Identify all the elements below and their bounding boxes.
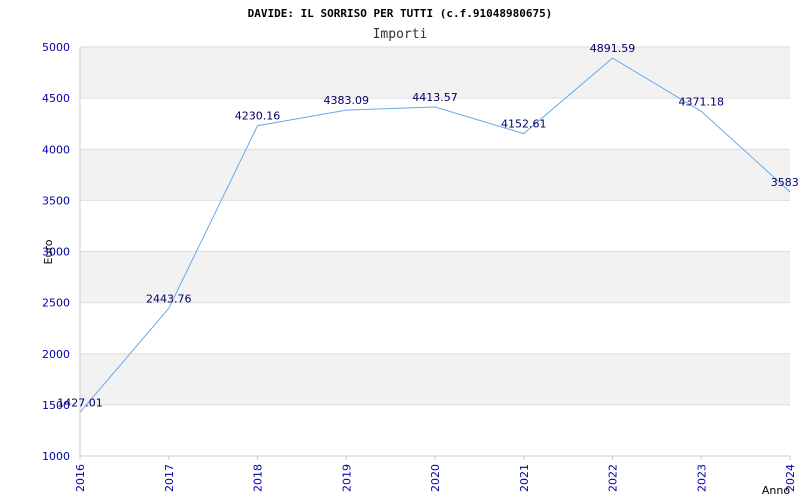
x-tick-label: 2016	[74, 464, 87, 492]
data-label: 4152.61	[501, 118, 547, 131]
chart-title: DAVIDE: IL SORRISO PER TUTTI (c.f.910489…	[248, 7, 553, 20]
data-label: 4413.57	[412, 91, 458, 104]
x-tick-label: 2019	[340, 464, 353, 492]
x-tick-labels: 2016 2017 2018 2019 2020 2021 2022 2023 2024	[74, 456, 797, 492]
data-label: 2443.76	[146, 292, 192, 305]
data-label: 1427.01	[57, 396, 103, 409]
y-tick-label: 4000	[42, 143, 70, 156]
x-tick-label: 2021	[518, 464, 531, 492]
data-label: 4383.09	[324, 94, 370, 107]
x-tick-label: 2018	[252, 464, 265, 492]
y-tick-label: 2500	[42, 297, 70, 310]
data-label: 3583.0	[771, 176, 800, 189]
x-axis-label: Anno	[762, 484, 790, 497]
y-tick-label: 3500	[42, 194, 70, 207]
x-tick-label: 2023	[695, 464, 708, 492]
y-tick-label: 4500	[42, 92, 70, 105]
data-label: 4371.18	[679, 95, 725, 108]
data-label: 4230.16	[235, 110, 281, 123]
grid-band	[80, 149, 790, 201]
y-tick-label: 5000	[42, 41, 70, 54]
line-chart: 100015002000250030003500400045005000 201…	[42, 7, 800, 497]
data-label: 4891.59	[590, 42, 636, 55]
x-tick-label: 2022	[607, 464, 620, 492]
chart-subtitle: Importi	[373, 27, 428, 42]
y-tick-label: 1000	[42, 450, 70, 463]
grid-band	[80, 302, 790, 354]
grid-band	[80, 200, 790, 252]
x-tick-label: 2020	[429, 464, 442, 492]
y-axis-label: Euro	[42, 239, 55, 264]
y-tick-label: 2000	[42, 348, 70, 361]
grid-band	[80, 404, 790, 456]
grid-band	[80, 353, 790, 405]
x-tick-label: 2017	[163, 464, 176, 492]
